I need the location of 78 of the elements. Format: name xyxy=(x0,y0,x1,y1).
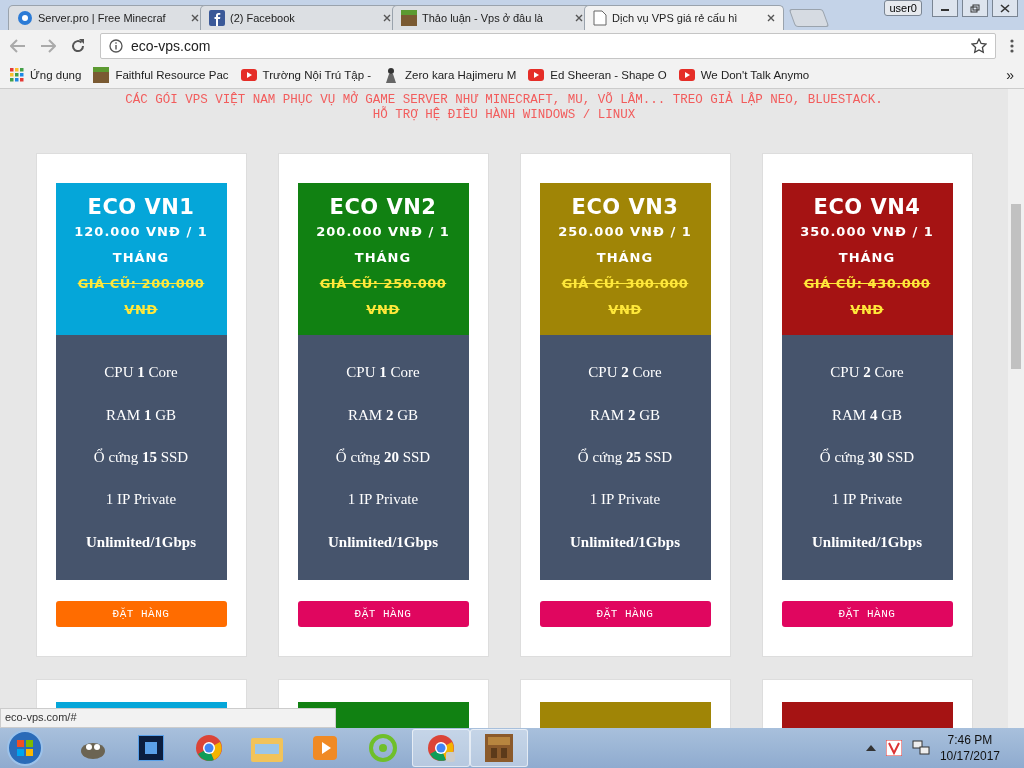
letter-f-icon xyxy=(209,10,225,26)
spec-text: Ổ cứng 15 SSD xyxy=(92,449,190,466)
old-price: GIÁ CŨ: 200.000 VNĐ xyxy=(76,275,206,319)
spec-text: Unlimited/1Gbps xyxy=(811,533,923,551)
spec-text: RAM 4 GB xyxy=(831,406,903,424)
play-icon xyxy=(528,69,545,81)
bookmark-item[interactable]: Zero kara Hajimeru M xyxy=(383,67,517,83)
close-button[interactable] xyxy=(992,0,1018,17)
browser-tab[interactable]: Dịch vụ VPS giá rẻ cấu hì xyxy=(584,5,784,30)
play-icon xyxy=(678,69,695,81)
ps-app-icon[interactable] xyxy=(138,735,164,761)
star-icon[interactable] xyxy=(971,38,987,54)
chrome-icon[interactable] xyxy=(426,733,456,763)
scrollbar[interactable] xyxy=(1008,89,1024,728)
restore-button[interactable] xyxy=(962,0,988,17)
old-price: GIÁ CŨ: 430.000 VNĐ xyxy=(802,275,932,319)
more-bookmarks-button[interactable]: » xyxy=(1006,67,1014,83)
restore-icon xyxy=(970,3,980,13)
spec-text: Ổ cứng 20 SSD xyxy=(334,449,432,466)
intro-text: CÁC GÓI VPS VIỆT NAM PHỤC VỤ MỞ GAME SERVER NHƯ MINECRAFT, MU, VÕ LÂM... TREO GIẢ LẬP NEO, BLUESTACK. xyxy=(125,93,883,107)
reload-icon[interactable] xyxy=(70,38,86,54)
close-icon[interactable] xyxy=(191,14,199,22)
spec-text: Unlimited/1Gbps xyxy=(85,533,197,551)
spec-text: 1 IP Private xyxy=(588,491,662,509)
chrome-icon[interactable] xyxy=(194,733,224,763)
bookmark-item[interactable]: We Don't Talk Anymo xyxy=(678,69,810,81)
bookmark-item[interactable]: Trường Nội Trú Tập - xyxy=(240,69,372,81)
plan-title: ECO VN3 xyxy=(570,195,680,219)
old-price: GIÁ CŨ: 250.000 VNĐ xyxy=(318,275,448,319)
close-icon[interactable] xyxy=(383,14,391,22)
spec-text: CPU 2 Core xyxy=(829,364,905,382)
network-icon[interactable] xyxy=(911,740,930,756)
spec-text: Ổ cứng 30 SSD xyxy=(818,449,916,466)
spec-text: 1 IP Private xyxy=(830,491,904,509)
spec-text: RAM 2 GB xyxy=(347,406,419,424)
spec-text: Unlimited/1Gbps xyxy=(569,533,681,551)
letter-v-icon[interactable] xyxy=(885,740,902,756)
plan-price: 250.000 VNĐ / 1 THÁNG xyxy=(557,223,693,267)
spec-text: 1 IP Private xyxy=(346,491,420,509)
spec-text: RAM 2 GB xyxy=(589,406,661,424)
grass-block-icon xyxy=(93,67,110,83)
order-button[interactable]: ĐẶT HÀNG xyxy=(539,601,711,627)
plan-price: 350.000 VNĐ / 1 THÁNG xyxy=(799,223,935,267)
bookmark-item[interactable]: Ed Sheeran - Shape O xyxy=(528,69,667,81)
old-price: GIÁ CŨ: 300.000 VNĐ xyxy=(560,275,690,319)
bookmark-item[interactable]: Faithful Resource Pac xyxy=(93,67,229,83)
caret-up-icon[interactable] xyxy=(865,745,876,751)
order-button[interactable]: ĐẶT HÀNG xyxy=(781,601,953,627)
spec-text: CPU 1 Core xyxy=(345,364,421,382)
bookmark-item[interactable]: Ứng dụng xyxy=(10,68,82,82)
menu-icon[interactable] xyxy=(1010,38,1014,54)
plan-title: ECO VN1 xyxy=(86,195,196,219)
apps-grid-icon xyxy=(10,68,24,82)
intro-text: HỖ TRỢ HỆ ĐIỀU HÀNH WINDOWS / LINUX xyxy=(372,108,636,123)
eye-icon xyxy=(17,10,33,26)
spec-text: RAM 1 GB xyxy=(105,406,177,424)
spec-text: CPU 2 Core xyxy=(587,364,663,382)
play-icon xyxy=(240,69,257,81)
order-button[interactable]: ĐẶT HÀNG xyxy=(297,601,469,627)
plan-price: 120.000 VNĐ / 1 THÁNG xyxy=(73,223,209,267)
spec-text: Ổ cứng 25 SSD xyxy=(576,449,674,466)
plan-price: 200.000 VNĐ / 1 THÁNG xyxy=(315,223,451,267)
spec-text: 1 IP Private xyxy=(104,491,178,509)
minimize-button[interactable] xyxy=(932,0,958,17)
close-icon[interactable] xyxy=(575,14,583,22)
clock[interactable]: 7:46 PM 10/17/2017 xyxy=(939,732,1000,764)
close-icon[interactable] xyxy=(767,14,775,22)
user-badge[interactable]: user0 xyxy=(884,0,922,16)
grass-block-icon xyxy=(401,10,417,26)
taskbar-app[interactable] xyxy=(470,729,528,767)
plan-title: ECO VN4 xyxy=(812,195,922,219)
close-icon xyxy=(1000,3,1010,13)
plan-title: ECO VN2 xyxy=(328,195,438,219)
spec-text: Unlimited/1Gbps xyxy=(327,533,439,551)
start-orb-icon[interactable] xyxy=(6,729,44,767)
spec-text: CPU 1 Core xyxy=(103,364,179,382)
address-bar[interactable]: eco-vps.com xyxy=(100,33,996,59)
info-icon xyxy=(109,39,123,53)
